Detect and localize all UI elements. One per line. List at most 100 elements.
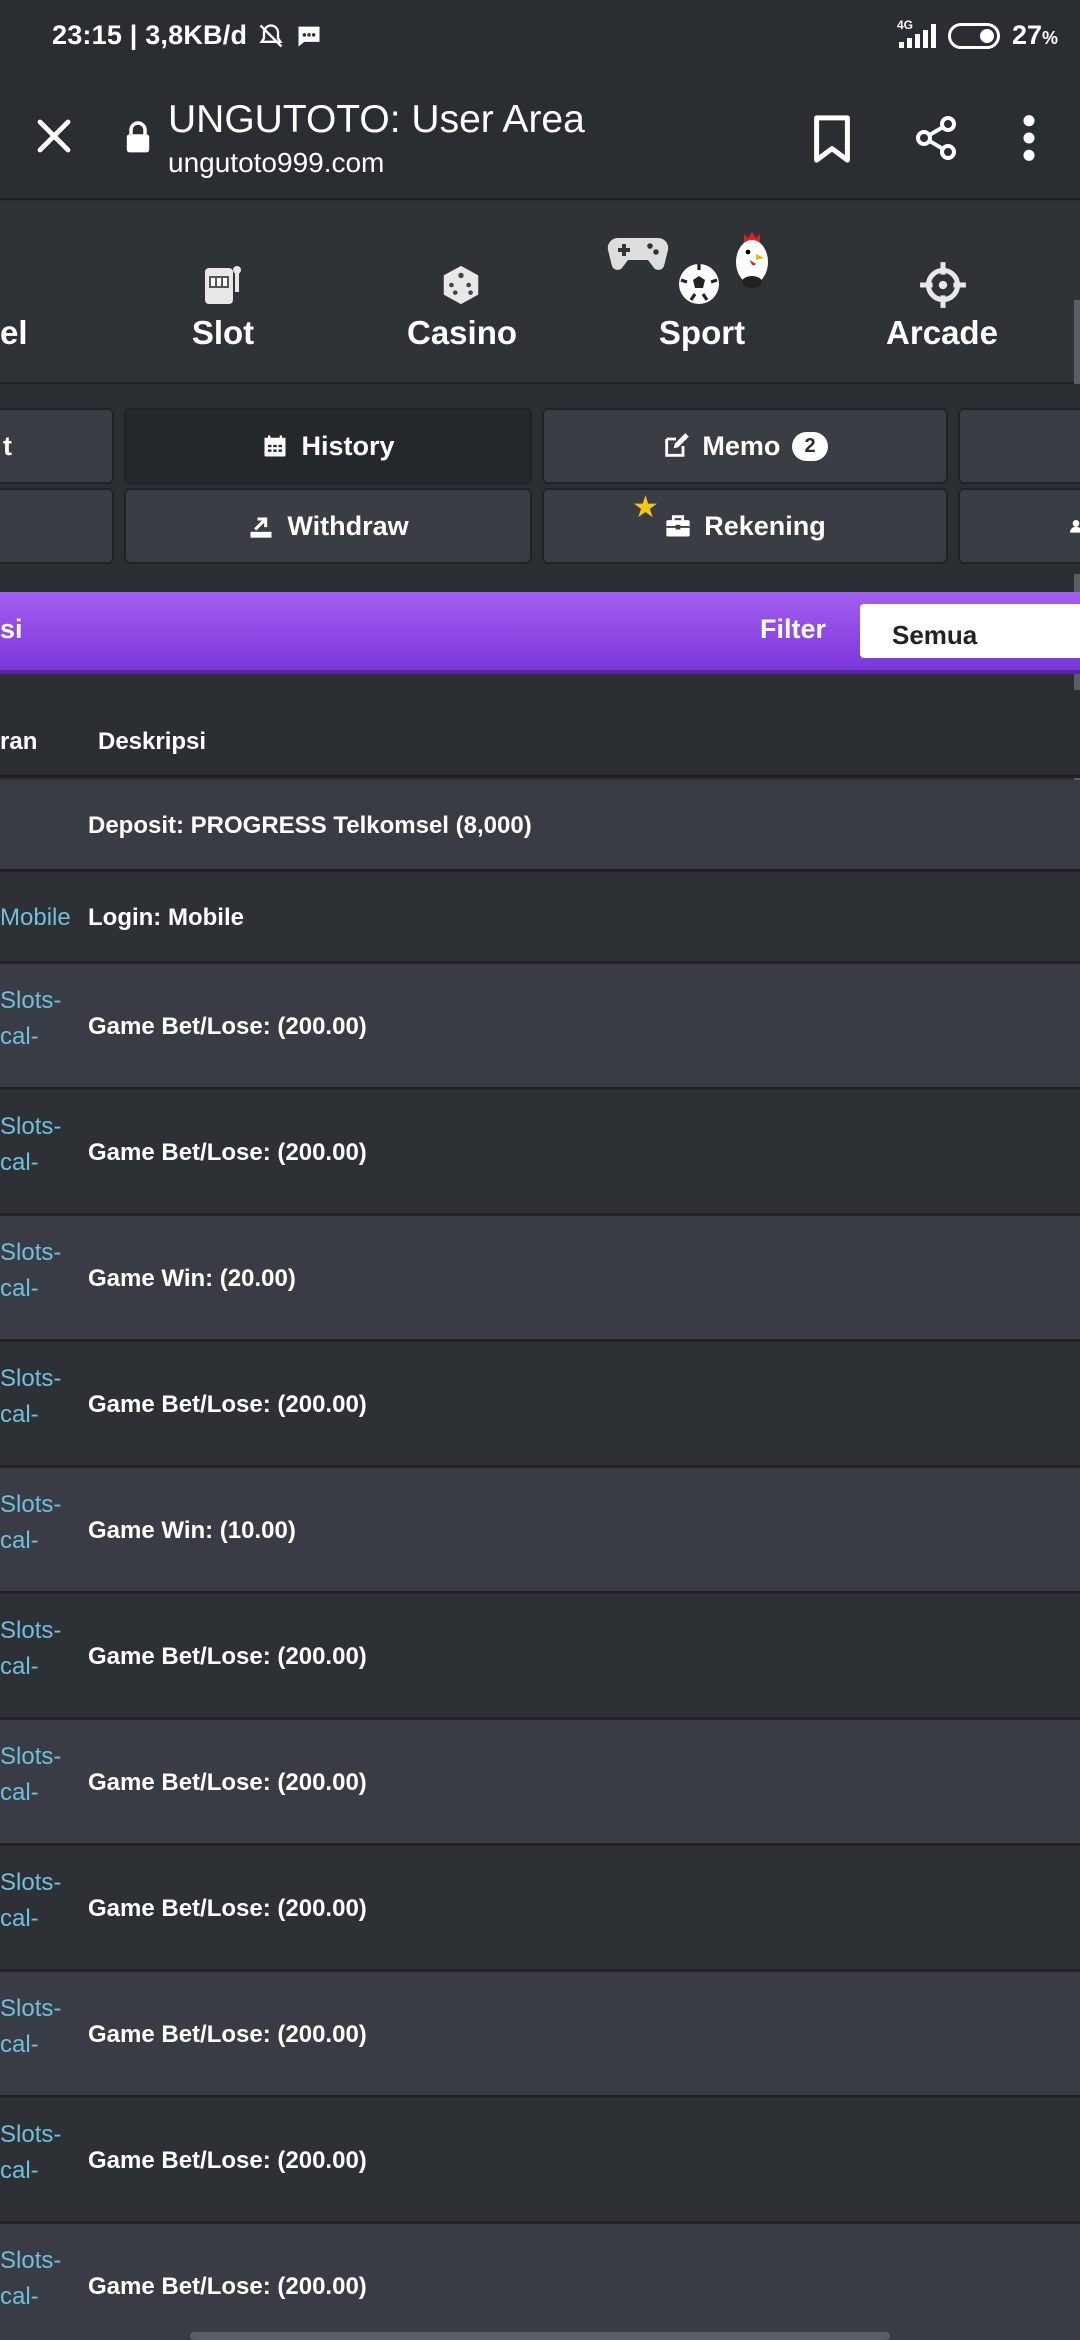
table-row: Slots-cal- Game Bet/Lose: (200.00): [0, 2098, 1080, 2224]
category-slot[interactable]: Slot: [143, 202, 303, 384]
table-row: Slots-cal- Game Bet/Lose: (200.00): [0, 1846, 1080, 1972]
memo-count-badge: 2: [792, 431, 828, 461]
signal-icon: 4G: [897, 18, 936, 48]
table-row: Slots-cal- Game Bet/Lose: (200.00): [0, 1342, 1080, 1468]
withdraw-icon: [250, 517, 272, 538]
account-tabs: t History Memo 2 Withdraw Rekening: [0, 384, 1080, 574]
network-type: 4G: [896, 17, 913, 32]
transaction-description: Game Bet/Lose: (200.00): [88, 1139, 367, 1166]
category-nav: el Slot Casino Sport Arcade: [0, 202, 1080, 384]
section-title: si: [0, 614, 23, 644]
category-label: Casino: [406, 314, 518, 351]
tab-label: t: [3, 430, 12, 461]
status-left: 23:15 | 3,8KB/d: [52, 20, 323, 51]
share-icon[interactable]: [912, 114, 960, 162]
game-source-link[interactable]: Slots-cal-: [0, 1991, 61, 2063]
bookmark-icon[interactable]: [810, 114, 854, 164]
tab-memo[interactable]: Memo 2: [542, 408, 948, 484]
transaction-description: Game Bet/Lose: (200.00): [88, 1643, 367, 1670]
status-right: 4G 27%: [897, 18, 1058, 51]
briefcase-icon: [666, 515, 690, 537]
table-row: Slots-cal- Game Bet/Lose: (200.00): [0, 1594, 1080, 1720]
transaction-description: Game Bet/Lose: (200.00): [88, 2147, 367, 2174]
transaction-description: Game Bet/Lose: (200.00): [88, 1013, 367, 1040]
gamepad-icon: [607, 237, 669, 270]
calendar-icon: [264, 435, 286, 457]
game-source-link[interactable]: Slots-cal-: [0, 1487, 61, 1559]
tab-partial-left-2[interactable]: [0, 488, 114, 564]
tab-label: Rekening: [704, 510, 826, 541]
game-source-link[interactable]: Slots-cal-: [0, 1739, 61, 1811]
category-label: Sport: [658, 314, 746, 351]
game-source-link[interactable]: Slots-cal-: [0, 1865, 61, 1937]
transaction-description: Deposit: PROGRESS Telkomsel (8,000): [88, 812, 532, 839]
game-source-link[interactable]: Slots-cal-: [0, 2117, 61, 2189]
game-source-link[interactable]: Slots-cal-: [0, 983, 61, 1055]
game-source-link[interactable]: Slots-cal-: [0, 1361, 61, 1433]
battery-icon: [947, 22, 1000, 49]
category-partial[interactable]: el: [0, 202, 40, 384]
transaction-description: Game Bet/Lose: (200.00): [88, 1769, 367, 1796]
crosshair-icon: [920, 262, 966, 308]
table-header: ran Deskripsi: [0, 690, 1080, 778]
browser-toolbar: UNGUTOTO: User Area ungutoto999.com: [0, 72, 1080, 200]
table-row: Slots-cal- Game Bet/Lose: (200.00): [0, 2224, 1080, 2340]
battery-level: 27%: [1011, 20, 1058, 50]
game-source-link[interactable]: Slots-cal-: [0, 1235, 61, 1307]
tab-partial-left[interactable]: t: [0, 408, 114, 484]
table-row: Deposit: PROGRESS Telkomsel (8,000): [0, 780, 1080, 872]
category-label: Arcade: [886, 314, 998, 351]
table-row: Slots-cal- Game Bet/Lose: (200.00): [0, 964, 1080, 1090]
tab-label: History: [301, 430, 395, 461]
game-source-link[interactable]: Mobile: [0, 900, 71, 936]
home-indicator[interactable]: [190, 2332, 890, 2340]
rooster-icon: [736, 232, 768, 288]
game-source-link[interactable]: Slots-cal-: [0, 1109, 61, 1181]
category-casino[interactable]: Casino: [382, 202, 542, 384]
transaction-description: Game Bet/Lose: (200.00): [88, 1391, 367, 1418]
column-header: Deskripsi: [98, 728, 207, 755]
user-icon: [1070, 520, 1080, 533]
table-row: Slots-cal- Game Bet/Lose: (200.00): [0, 1972, 1080, 2098]
tab-label: Memo: [702, 430, 781, 461]
edit-icon: [665, 433, 690, 457]
page-url[interactable]: ungutoto999.com: [168, 147, 384, 179]
tab-withdraw[interactable]: Withdraw: [124, 488, 532, 564]
tab-rekening[interactable]: Rekening: [542, 488, 948, 564]
game-source-link[interactable]: Slots-cal-: [0, 2243, 61, 2315]
transaction-description: Game Win: (20.00): [88, 1265, 296, 1292]
filter-bar: si Filter Semua: [0, 592, 1080, 674]
transaction-description: Login: Mobile: [88, 904, 244, 931]
tab-partial-right-2[interactable]: [958, 488, 1080, 564]
tab-history[interactable]: History: [124, 408, 532, 484]
tab-label: Withdraw: [287, 510, 409, 541]
dice-icon: [443, 265, 479, 305]
category-sport[interactable]: Sport: [607, 202, 782, 384]
lock-icon: [126, 121, 150, 153]
table-row: Mobile Login: Mobile: [0, 872, 1080, 964]
page-title: UNGUTOTO: User Area: [168, 98, 585, 141]
mute-bell-icon: [259, 23, 283, 47]
slot-machine-icon: [205, 266, 241, 304]
star-icon: ★: [632, 491, 659, 524]
table-row: Slots-cal- Game Win: (10.00): [0, 1468, 1080, 1594]
soccer-ball-icon: [679, 264, 719, 304]
table-row: Slots-cal- Game Win: (20.00): [0, 1216, 1080, 1342]
tab-partial-right[interactable]: [958, 408, 1080, 484]
table-row: Slots-cal- Game Bet/Lose: (200.00): [0, 1720, 1080, 1846]
transaction-description: Game Bet/Lose: (200.00): [88, 2021, 367, 2048]
message-icon: [298, 26, 320, 46]
status-bar: 23:15 | 3,8KB/d 4G 27%: [0, 0, 1080, 72]
status-time-speed: 23:15 | 3,8KB/d: [52, 20, 248, 50]
transaction-description: Game Bet/Lose: (200.00): [88, 1895, 367, 1922]
more-icon[interactable]: [1012, 112, 1046, 164]
filter-label: Filter: [760, 614, 827, 644]
filter-select[interactable]: Semua: [860, 604, 1080, 658]
game-source-link[interactable]: Slots-cal-: [0, 1613, 61, 1685]
close-icon[interactable]: [30, 112, 78, 160]
column-header: ran: [0, 728, 38, 755]
category-label: el: [0, 314, 28, 351]
category-arcade[interactable]: Arcade: [862, 202, 1022, 384]
category-label: Slot: [191, 314, 255, 351]
table-row: Slots-cal- Game Bet/Lose: (200.00): [0, 1090, 1080, 1216]
